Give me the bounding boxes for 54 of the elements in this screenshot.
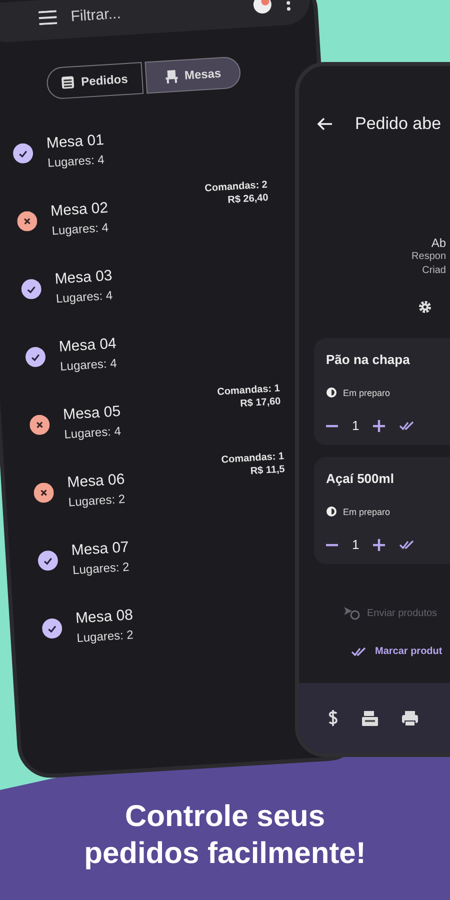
seats-label: Lugares: 4 — [60, 354, 118, 374]
plus-icon[interactable] — [373, 538, 386, 550]
screen-title: Pedido abe — [355, 114, 442, 134]
table-name: Mesa 04 — [58, 334, 118, 356]
table-name: Mesa 06 — [66, 469, 126, 491]
seats-label: Lugares: 4 — [56, 286, 114, 306]
segment-tab[interactable]: Pedidos — [46, 62, 144, 100]
double-check-icon[interactable] — [399, 540, 416, 550]
chair-icon — [164, 68, 179, 84]
tabs-count: Comandas: 1 — [216, 382, 280, 398]
headline-text: Controle seus pedidos facilmente! — [83, 799, 367, 872]
cash-register-icon[interactable] — [361, 710, 379, 726]
seats-label: Lugares: 4 — [64, 422, 122, 441]
item-name: Pão na chapa — [326, 352, 411, 367]
tabs-count: Comandas: 1 — [220, 450, 284, 466]
table-name: Mesa 08 — [75, 605, 134, 627]
status-label: Em preparo — [343, 506, 390, 516]
table-name: Mesa 05 — [62, 401, 122, 423]
table-name: Mesa 01 — [46, 130, 106, 152]
item-name: Açaí 500ml — [326, 471, 395, 486]
total-amount: R$ 26,40 — [227, 192, 269, 207]
segment-tab[interactable]: Mesas — [144, 56, 242, 94]
double-check-icon[interactable] — [399, 420, 416, 430]
status-label: Em preparo — [343, 388, 390, 398]
back-arrow-icon[interactable] — [317, 117, 333, 131]
more-icon[interactable] — [286, 0, 291, 12]
seats-label: Lugares: 2 — [72, 558, 131, 577]
plus-icon[interactable] — [373, 420, 386, 432]
seats-label: Lugares: 4 — [51, 218, 110, 238]
progress-icon — [326, 387, 337, 398]
seats-label: Lugares: 2 — [76, 626, 135, 645]
total-amount: R$ 17,60 — [240, 395, 282, 411]
total-amount: R$ 11,5 — [250, 463, 286, 478]
printer-icon[interactable] — [401, 710, 419, 726]
progress-icon — [326, 506, 337, 517]
settings-icon[interactable] — [418, 300, 432, 314]
tabs-count: Comandas: 2 — [204, 178, 268, 194]
seats-label: Lugares: 4 — [47, 150, 106, 170]
list-icon — [60, 75, 76, 90]
action-button[interactable]: Marcar produt — [351, 646, 450, 657]
summary-text: Criad — [422, 264, 446, 278]
table-name: Mesa 07 — [70, 537, 130, 559]
summary-text: Ab — [431, 236, 446, 250]
table-name: Mesa 02 — [50, 198, 110, 220]
send-clock-icon — [343, 606, 361, 620]
quantity-value: 1 — [352, 418, 360, 433]
avatar-icon[interactable] — [252, 0, 273, 16]
menu-icon[interactable] — [38, 10, 58, 26]
search-field[interactable]: Filtrar... — [70, 0, 239, 25]
dollar-icon[interactable] — [327, 709, 339, 727]
summary-text: Respon — [412, 250, 446, 264]
table-name: Mesa 03 — [54, 266, 114, 288]
quantity-value: 1 — [352, 537, 360, 552]
seats-label: Lugares: 2 — [68, 490, 126, 509]
